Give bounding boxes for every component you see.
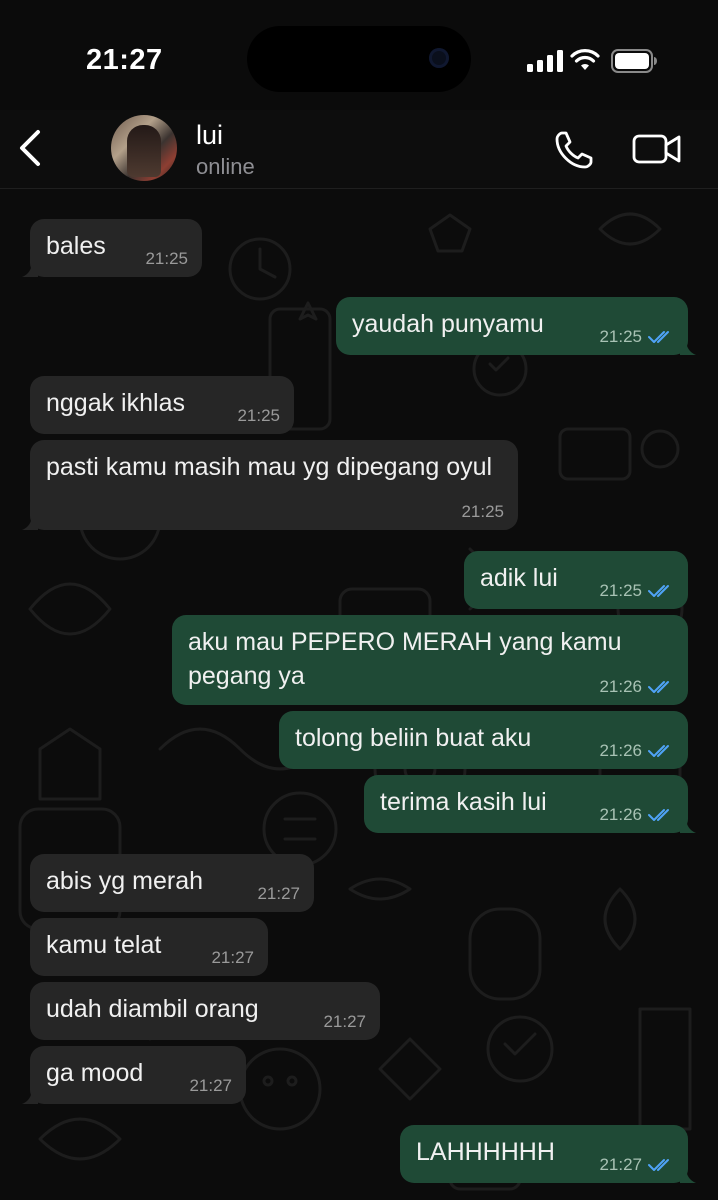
phone-icon[interactable] [553, 129, 595, 171]
status-bar: 21:27 [0, 0, 718, 110]
outgoing-message-bubble[interactable]: LAHHHHHH 21:27 [400, 1125, 696, 1183]
message-meta: 21:25 [461, 503, 504, 520]
bubble-tail [22, 1088, 38, 1104]
message-text: adik lui [480, 564, 558, 592]
outgoing-message-bubble[interactable]: aku mau PEPERO MERAH yang kamu pegang ya… [172, 615, 688, 705]
incoming-message-bubble[interactable]: abis yg merah 21:27 [30, 854, 314, 912]
message-meta: 21:27 [257, 885, 300, 902]
message-meta: 21:26 [599, 742, 674, 759]
battery-icon [611, 49, 657, 73]
message-text: yaudah punyamu [352, 310, 544, 338]
bubble-tail [680, 817, 696, 833]
message-time: 21:27 [189, 1076, 232, 1095]
cellular-signal-icon [527, 50, 563, 72]
message-text: tolong beliin buat aku [295, 724, 532, 752]
status-time: 21:27 [86, 44, 163, 76]
outgoing-message-bubble[interactable]: tolong beliin buat aku 21:26 [279, 711, 688, 769]
bubble-tail [680, 1167, 696, 1183]
outgoing-message-bubble[interactable]: yaudah punyamu 21:25 [336, 297, 696, 355]
message-text: bales [46, 232, 106, 260]
message-time: 21:25 [461, 502, 504, 521]
dynamic-island [247, 26, 471, 92]
incoming-message-bubble[interactable]: udah diambil orang 21:27 [30, 982, 380, 1040]
message-time: 21:25 [599, 581, 642, 600]
double-check-icon [648, 1158, 669, 1171]
chat-header: lui online [0, 110, 718, 189]
message-time: 21:25 [145, 249, 188, 268]
contact-name[interactable]: lui [196, 120, 223, 151]
message-meta: 21:27 [189, 1077, 232, 1094]
message-text: ga mood [46, 1059, 144, 1087]
wifi-icon [570, 49, 600, 70]
incoming-message-bubble[interactable]: kamu telat 21:27 [30, 918, 268, 976]
message-time: 21:27 [211, 948, 254, 967]
message-time: 21:26 [599, 677, 642, 696]
outgoing-message-bubble[interactable]: adik lui 21:25 [464, 551, 688, 609]
message-time: 21:27 [257, 884, 300, 903]
incoming-message-bubble[interactable]: pasti kamu masih mau yg dipegang oyul 21:… [22, 440, 518, 530]
message-text: LAHHHHHH [416, 1138, 555, 1166]
message-time: 21:26 [599, 741, 642, 760]
chevron-left-icon[interactable] [14, 128, 46, 168]
double-check-icon [648, 330, 669, 343]
double-check-icon [648, 584, 669, 597]
message-meta: 21:25 [237, 407, 280, 424]
bubble-tail [22, 514, 38, 530]
message-text: udah diambil orang [46, 995, 259, 1023]
message-meta: 21:25 [145, 250, 188, 267]
message-text: kamu telat [46, 931, 162, 959]
video-camera-icon[interactable] [632, 132, 682, 166]
message-time: 21:25 [237, 406, 280, 425]
bubble-tail [22, 261, 38, 277]
message-time: 21:27 [599, 1155, 642, 1174]
incoming-message-bubble[interactable]: bales 21:25 [22, 219, 202, 277]
contact-status: online [196, 154, 255, 179]
chat-area[interactable]: bales 21:25 yaudah punyamu 21:25 nggak ikhla… [0, 189, 718, 1200]
bubble-tail [680, 339, 696, 355]
message-meta: 21:25 [599, 582, 674, 599]
message-text: nggak ikhlas [46, 389, 185, 417]
message-meta: 21:27 [323, 1013, 366, 1030]
message-meta: 21:27 [599, 1156, 674, 1173]
outgoing-message-bubble[interactable]: terima kasih lui 21:26 [364, 775, 696, 833]
message-meta: 21:25 [599, 328, 674, 345]
message-text: terima kasih lui [380, 788, 547, 816]
incoming-message-bubble[interactable]: ga mood 21:27 [22, 1046, 246, 1104]
message-text: pasti kamu masih mau yg dipegang oyul [46, 453, 493, 481]
avatar[interactable] [111, 115, 177, 181]
message-meta: 21:26 [599, 678, 674, 695]
incoming-message-bubble[interactable]: nggak ikhlas 21:25 [30, 376, 294, 434]
message-time: 21:26 [599, 805, 642, 824]
message-time: 21:27 [323, 1012, 366, 1031]
double-check-icon [648, 744, 669, 757]
camera-icon [429, 48, 449, 68]
double-check-icon [648, 808, 669, 821]
message-meta: 21:27 [211, 949, 254, 966]
message-text: abis yg merah [46, 867, 204, 895]
message-time: 21:25 [599, 327, 642, 346]
message-meta: 21:26 [599, 806, 674, 823]
double-check-icon [648, 680, 669, 693]
